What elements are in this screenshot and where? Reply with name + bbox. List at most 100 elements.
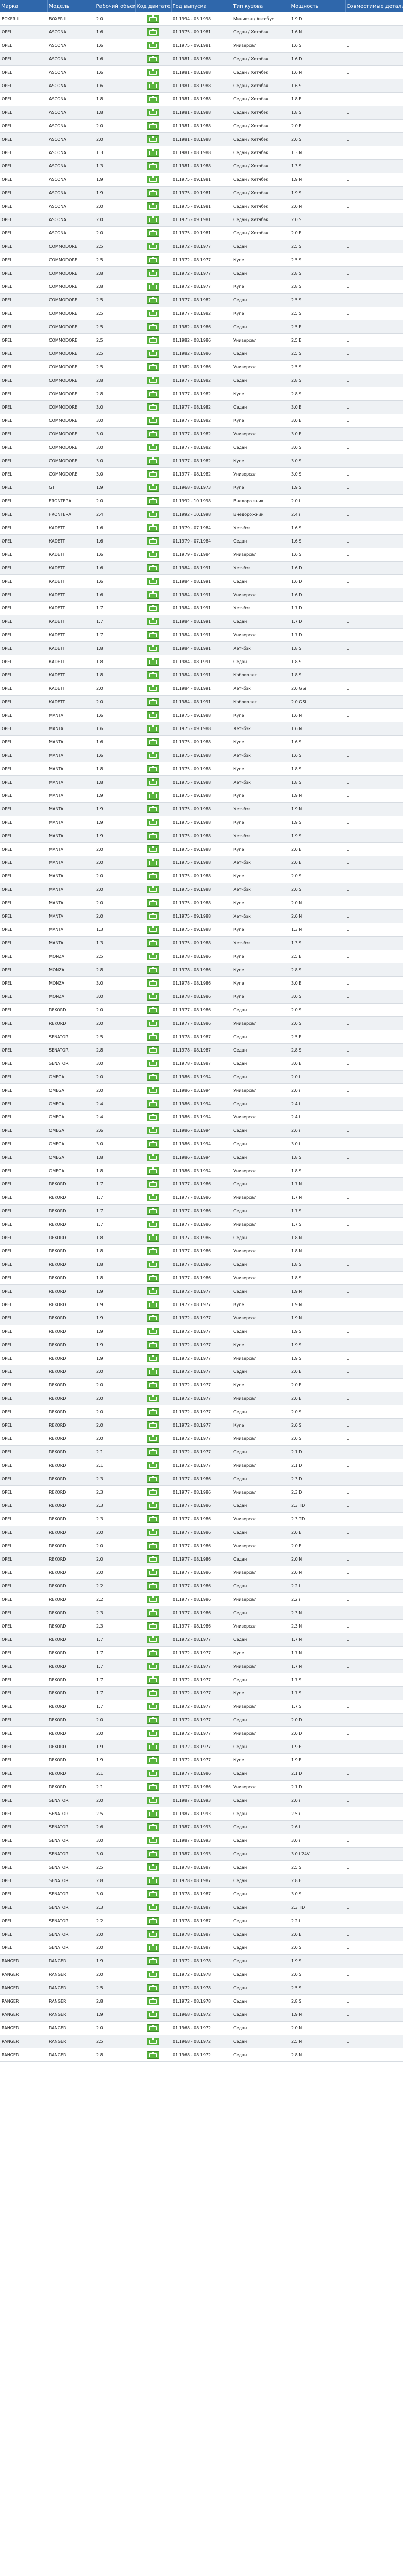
table-row[interactable]: OPEL MANTA 2.0 01.1975 - 09.1988 Хетчбэк 2.0 …	[0, 856, 403, 870]
column-header-years[interactable]: Год выпуска	[171, 0, 232, 12]
table-row[interactable]: OPEL SENATOR 3.0 01.1987 - 08.1993 Седан 3.0 …	[0, 1847, 403, 1861]
table-row[interactable]: OPEL REKORD 2.0 01.1972 - 08.1977 Универсал 2…	[0, 1726, 403, 1740]
engine-icon[interactable]	[147, 1944, 159, 1952]
table-row[interactable]: OPEL REKORD 2.0 01.1977 - 08.1986 Универсал 2…	[0, 1539, 403, 1553]
table-row[interactable]: OPEL FRONTERA 2.0 01.1992 - 10.1998 Внедорож…	[0, 494, 403, 508]
engine-icon[interactable]	[147, 1073, 159, 1081]
table-row[interactable]: OPEL REKORD 2.3 01.1977 - 08.1986 Универсал 2…	[0, 1512, 403, 1526]
engine-icon[interactable]	[147, 511, 159, 518]
engine-icon[interactable]	[147, 939, 159, 947]
table-row[interactable]: OPEL OMEGA 2.4 01.1986 - 03.1994 Седан 2.4 i.…	[0, 1097, 403, 1111]
engine-icon[interactable]	[147, 109, 159, 116]
engine-icon[interactable]	[147, 845, 159, 853]
table-row[interactable]: OPEL KADETT 2.0 01.1984 - 08.1991 Хетчбэк 2.0…	[0, 682, 403, 696]
table-row[interactable]: OPEL REKORD 2.3 01.1977 - 08.1986 Седан 2.3 T…	[0, 1499, 403, 1513]
table-row[interactable]: OPEL KADETT 1.8 01.1984 - 08.1991 Хетчбэк 1.8…	[0, 641, 403, 655]
table-row[interactable]: OPEL COMMODORE 2.8 01.1977 - 08.1982 Седан 2.…	[0, 374, 403, 387]
engine-icon[interactable]	[147, 1957, 159, 1965]
engine-icon[interactable]	[147, 537, 159, 545]
engine-icon[interactable]	[147, 2051, 159, 2059]
engine-icon[interactable]	[147, 390, 159, 398]
column-header-compatible-parts[interactable]: Совместимые детали	[345, 0, 403, 12]
table-row[interactable]: OPEL REKORD 1.7 01.1972 - 08.1977 Купе 1.7 N.…	[0, 1646, 403, 1660]
engine-icon[interactable]	[147, 1689, 159, 1697]
engine-icon[interactable]	[147, 1368, 159, 1376]
table-row[interactable]: OPEL SENATOR 2.0 01.1987 - 08.1993 Седан 2.0 …	[0, 1793, 403, 1807]
table-row[interactable]: OPEL MANTA 1.6 01.1975 - 09.1988 Купе 1.6 N..…	[0, 708, 403, 722]
engine-icon[interactable]	[147, 738, 159, 746]
engine-icon[interactable]	[147, 1890, 159, 1898]
table-row[interactable]: OPEL COMMODORE 3.0 01.1977 - 08.1982 Седан 3.…	[0, 440, 403, 454]
column-header-displacement[interactable]: Рабочий объем	[95, 0, 136, 12]
table-row[interactable]: OPEL OMEGA 2.4 01.1986 - 03.1994 Универсал 2.…	[0, 1110, 403, 1124]
engine-icon[interactable]	[147, 1569, 159, 1577]
table-row[interactable]: OPEL ASCONA 1.3 01.1981 - 08.1988 Седан / Хе…	[0, 159, 403, 173]
table-row[interactable]: OPEL ASCONA 1.6 01.1975 - 09.1981 Седан / Хе…	[0, 25, 403, 39]
engine-icon[interactable]	[147, 55, 159, 63]
table-row[interactable]: OPEL KADETT 1.7 01.1984 - 08.1991 Хетчбэк 1.7…	[0, 601, 403, 615]
table-row[interactable]: OPEL REKORD 1.9 01.1972 - 08.1977 Седан 1.9 S…	[0, 1325, 403, 1338]
engine-icon[interactable]	[147, 2011, 159, 2019]
table-row[interactable]: OPEL SENATOR 2.0 01.1978 - 08.1987 Седан 2.0 …	[0, 1941, 403, 1955]
engine-icon[interactable]	[147, 1837, 159, 1844]
engine-icon[interactable]	[147, 912, 159, 920]
table-row[interactable]: OPEL SENATOR 2.5 01.1987 - 08.1993 Седан 2.5 …	[0, 1807, 403, 1821]
table-row[interactable]: OPEL REKORD 1.7 01.1972 - 08.1977 Седан 1.7 N…	[0, 1633, 403, 1647]
table-row[interactable]: OPEL REKORD 1.7 01.1977 - 08.1986 Универсал 1…	[0, 1191, 403, 1205]
table-row[interactable]: OPEL COMMODORE 2.5 01.1977 - 08.1982 Седан 2.…	[0, 293, 403, 307]
engine-icon[interactable]	[147, 1770, 159, 1777]
engine-icon[interactable]	[147, 1475, 159, 1483]
table-row[interactable]: OPEL ASCONA 1.8 01.1981 - 08.1988 Седан / Хе…	[0, 106, 403, 120]
engine-icon[interactable]	[147, 1515, 159, 1523]
engine-icon[interactable]	[147, 1060, 159, 1067]
engine-icon[interactable]	[147, 403, 159, 411]
table-row[interactable]: OPEL REKORD 2.0 01.1977 - 08.1986 Универсал 2…	[0, 1566, 403, 1580]
table-row[interactable]: OPEL ASCONA 1.6 01.1981 - 08.1988 Седан / Хе…	[0, 65, 403, 79]
table-row[interactable]: OPEL OMEGA 2.6 01.1986 - 03.1994 Седан 2.6 i.…	[0, 1124, 403, 1138]
engine-icon[interactable]	[147, 551, 159, 558]
engine-icon[interactable]	[147, 1823, 159, 1831]
table-row[interactable]: OPEL OMEGA 2.0 01.1986 - 03.1994 Универсал 2.…	[0, 1083, 403, 1097]
engine-icon[interactable]	[147, 417, 159, 425]
engine-icon[interactable]	[147, 1863, 159, 1871]
engine-icon[interactable]	[147, 229, 159, 237]
engine-icon[interactable]	[147, 216, 159, 224]
table-row[interactable]: OPEL COMMODORE 2.5 01.1977 - 08.1982 Купе 2.5…	[0, 307, 403, 320]
table-row[interactable]: OPEL COMMODORE 3.0 01.1977 - 08.1982 Купе 3.0…	[0, 414, 403, 428]
engine-icon[interactable]	[147, 1917, 159, 1925]
engine-icon[interactable]	[147, 765, 159, 773]
engine-icon[interactable]	[147, 470, 159, 478]
table-row[interactable]: OPEL REKORD 1.9 01.1972 - 08.1977 Купе 1.9 N.…	[0, 1298, 403, 1312]
engine-icon[interactable]	[147, 792, 159, 800]
engine-icon[interactable]	[147, 1984, 159, 1992]
table-row[interactable]: OPEL SENATOR 2.6 01.1987 - 08.1993 Седан 2.6 …	[0, 1820, 403, 1834]
table-row[interactable]: RANGER RANGER 2.8 01.1968 - 08.1972 Седан 2.8…	[0, 2048, 403, 2062]
table-row[interactable]: OPEL REKORD 2.3 01.1977 - 08.1986 Универсал 2…	[0, 1619, 403, 1633]
table-row[interactable]: OPEL COMMODORE 2.5 01.1982 - 08.1986 Универс…	[0, 360, 403, 374]
engine-icon[interactable]	[147, 243, 159, 250]
table-row[interactable]: OPEL KADETT 1.6 01.1984 - 08.1991 Универсал 1…	[0, 588, 403, 602]
engine-icon[interactable]	[147, 993, 159, 1001]
engine-icon[interactable]	[147, 1877, 159, 1885]
engine-icon[interactable]	[147, 698, 159, 706]
table-row[interactable]: OPEL REKORD 2.0 01.1972 - 08.1977 Купе 2.0 S.…	[0, 1418, 403, 1432]
engine-icon[interactable]	[147, 1381, 159, 1389]
table-row[interactable]: OPEL MANTA 2.0 01.1975 - 09.1988 Купе 2.0 S..…	[0, 869, 403, 883]
table-row[interactable]: OPEL COMMODORE 2.8 01.1972 - 08.1977 Седан 2.…	[0, 266, 403, 280]
table-row[interactable]: OPEL FRONTERA 2.4 01.1992 - 10.1998 Внедорож…	[0, 507, 403, 521]
engine-icon[interactable]	[147, 1033, 159, 1041]
table-row[interactable]: OPEL REKORD 1.9 01.1972 - 08.1977 Седан 1.9 E…	[0, 1740, 403, 1754]
engine-icon[interactable]	[147, 1997, 159, 2005]
engine-icon[interactable]	[147, 979, 159, 987]
engine-icon[interactable]	[147, 618, 159, 625]
table-row[interactable]: OPEL REKORD 1.7 01.1972 - 08.1977 Универсал 1…	[0, 1659, 403, 1673]
table-row[interactable]: OPEL REKORD 1.7 01.1977 - 08.1986 Универсал 1…	[0, 1217, 403, 1231]
engine-icon[interactable]	[147, 805, 159, 813]
table-row[interactable]: OPEL MANTA 1.6 01.1975 - 09.1988 Купе 1.6 S..…	[0, 735, 403, 749]
engine-icon[interactable]	[147, 591, 159, 599]
table-row[interactable]: OPEL REKORD 2.0 01.1972 - 08.1977 Универсал 2…	[0, 1392, 403, 1405]
engine-icon[interactable]	[147, 1328, 159, 1335]
table-row[interactable]: OPEL ASCONA 1.6 01.1981 - 08.1988 Седан / Хе…	[0, 79, 403, 93]
engine-icon[interactable]	[147, 1247, 159, 1255]
engine-icon[interactable]	[147, 1756, 159, 1764]
